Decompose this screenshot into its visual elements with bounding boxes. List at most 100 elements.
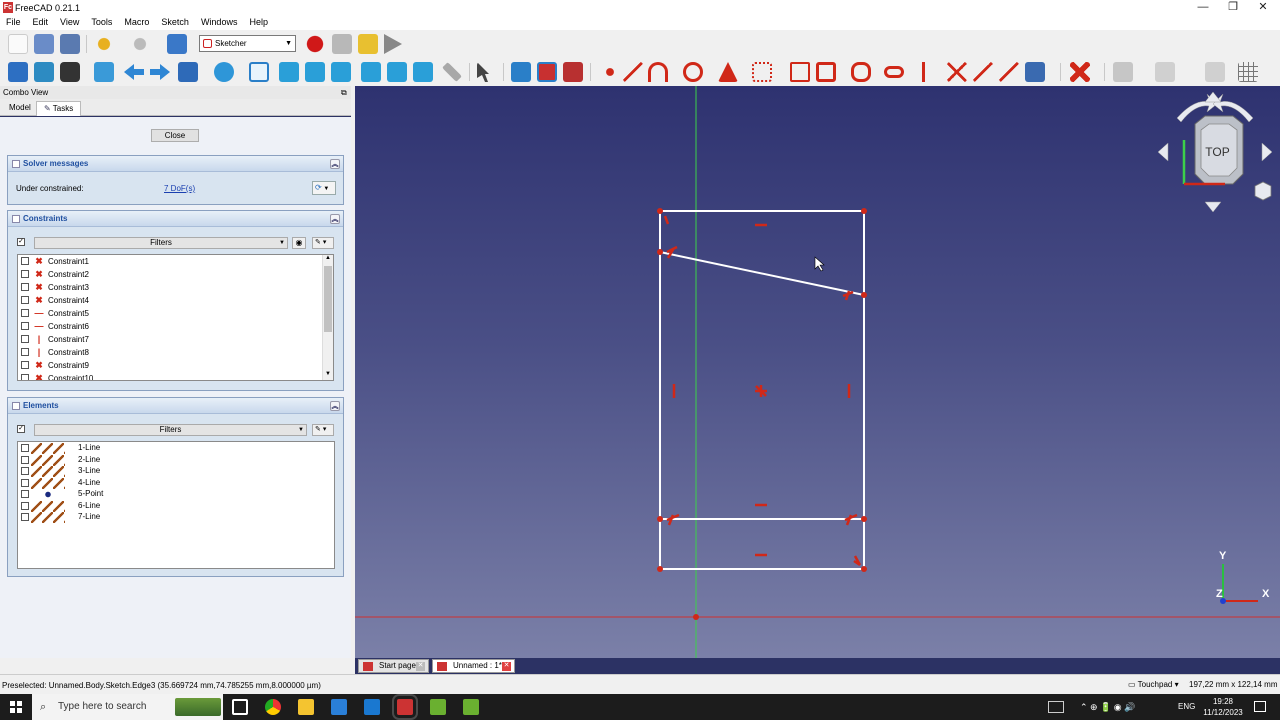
taskbar-search-input[interactable]: ⌕ Type here to search — [32, 694, 223, 720]
sync-view-icon[interactable] — [178, 62, 198, 82]
store-icon[interactable] — [331, 699, 347, 715]
visibility-checkbox[interactable] — [21, 296, 29, 304]
polyline-tool-icon[interactable] — [790, 62, 810, 82]
collapse-icon[interactable]: ︽ — [330, 159, 340, 169]
select-all-elements-checkbox[interactable]: ✓ — [17, 425, 25, 433]
close-window-button[interactable]: ✕ — [1248, 0, 1278, 15]
list-item[interactable]: 6-Line — [18, 500, 334, 512]
visibility-checkbox[interactable] — [21, 467, 29, 475]
list-item[interactable]: — Constraint5 — [18, 307, 333, 320]
isometric-view-icon[interactable] — [249, 62, 269, 82]
save-icon[interactable] — [60, 34, 80, 54]
scrollbar[interactable]: ▲ ▼ — [322, 255, 333, 380]
menu-tools[interactable]: Tools — [91, 15, 118, 30]
list-item[interactable]: 4-Line — [18, 477, 334, 489]
point-tool-icon[interactable] — [600, 62, 620, 82]
visibility-eye-icon[interactable]: ◉ — [292, 237, 306, 249]
fillet-tool-icon[interactable] — [913, 62, 933, 82]
list-item[interactable]: 1-Line — [18, 442, 334, 454]
right-view-icon[interactable] — [331, 62, 351, 82]
menu-help[interactable]: Help — [249, 15, 274, 30]
record-macro-icon[interactable] — [305, 34, 325, 54]
collapse-icon[interactable]: ︽ — [330, 214, 340, 224]
undock-icon[interactable]: ⧉ — [341, 88, 347, 98]
close-button[interactable]: Close — [151, 129, 199, 142]
dof-link[interactable]: 7 DoF(s) — [164, 184, 195, 193]
external-geometry-icon[interactable] — [1025, 62, 1045, 82]
bspline-tool-icon[interactable] — [752, 62, 772, 82]
element-settings-button[interactable]: ✎ ▾ — [312, 424, 334, 436]
clock[interactable]: 19:28 11/12/2023 — [1201, 696, 1245, 718]
mail-icon[interactable] — [364, 699, 380, 715]
rectangle-tool-icon[interactable] — [816, 62, 836, 82]
scroll-up-icon[interactable]: ▲ — [323, 255, 333, 265]
select-all-constraints-checkbox[interactable]: ✓ — [17, 238, 25, 246]
constraint-settings-button[interactable]: ✎ ▾ — [312, 237, 334, 249]
trim-tool-icon[interactable] — [947, 62, 967, 82]
elements-filters-dropdown[interactable]: Filters ▼ — [34, 424, 307, 436]
constraints-header[interactable]: Constraints ︽ — [8, 211, 343, 227]
zoom-icon[interactable] — [214, 62, 234, 82]
visibility-checkbox[interactable] — [21, 490, 29, 498]
visibility-checkbox[interactable] — [21, 444, 29, 452]
slot-tool-icon[interactable] — [884, 66, 904, 78]
list-item[interactable]: ✖ Constraint3 — [18, 281, 333, 294]
redo-icon[interactable] — [130, 34, 150, 54]
scrollbar-thumb[interactable] — [324, 266, 332, 332]
visibility-checkbox[interactable] — [21, 348, 29, 356]
nvidia-settings-icon[interactable] — [463, 699, 479, 715]
minimize-button[interactable]: — — [1188, 0, 1218, 15]
windows-start-icon[interactable] — [10, 701, 22, 713]
view-sketch-icon[interactable] — [537, 62, 557, 82]
list-item[interactable]: 3-Line — [18, 465, 334, 477]
polygon-tool-icon[interactable] — [851, 62, 871, 82]
task-view-icon[interactable] — [232, 699, 248, 715]
open-folder-icon[interactable] — [34, 34, 54, 54]
top-view-icon[interactable] — [305, 62, 325, 82]
scroll-down-icon[interactable]: ▼ — [323, 371, 333, 380]
select-constraints-icon[interactable] — [1113, 62, 1133, 82]
language-indicator[interactable]: ENG — [1178, 694, 1195, 720]
visibility-checkbox[interactable] — [21, 309, 29, 317]
navcube-top-face[interactable]: TOP — [1199, 145, 1236, 159]
list-item[interactable]: 5-Point — [18, 488, 334, 500]
visibility-checkbox[interactable] — [21, 374, 29, 380]
tab-start-page[interactable]: Start page ✕ — [358, 659, 429, 673]
stop-macro-icon[interactable] — [332, 34, 352, 54]
bottom-view-icon[interactable] — [387, 62, 407, 82]
list-item[interactable]: ✖ Constraint2 — [18, 268, 333, 281]
undo-icon[interactable] — [94, 34, 114, 54]
chrome-icon[interactable] — [265, 699, 281, 715]
visibility-checkbox[interactable] — [21, 513, 29, 521]
file-explorer-icon[interactable] — [298, 699, 314, 715]
navigation-style-dropdown[interactable]: ▭ Touchpad ▾ — [1128, 680, 1179, 689]
bounding-box-icon[interactable] — [94, 62, 114, 82]
arc-tool-icon[interactable] — [648, 62, 668, 82]
menu-view[interactable]: View — [60, 15, 85, 30]
maximize-button[interactable]: ❐ — [1218, 0, 1248, 15]
view-section-icon[interactable] — [563, 62, 583, 82]
collapse-icon[interactable]: ︽ — [330, 401, 340, 411]
extend-tool-icon[interactable] — [973, 62, 993, 82]
left-view-icon[interactable] — [413, 62, 433, 82]
edit-macro-icon[interactable] — [358, 34, 378, 54]
conic-tool-icon[interactable] — [718, 62, 738, 82]
front-view-icon[interactable] — [279, 62, 299, 82]
whats-this-icon[interactable] — [477, 62, 489, 82]
navigation-cube[interactable]: TOP — [1155, 90, 1275, 215]
visibility-checkbox[interactable] — [21, 283, 29, 291]
sketch-canvas[interactable] — [355, 86, 1280, 658]
list-item[interactable]: ✖ Constraint4 — [18, 294, 333, 307]
circle-tool-icon[interactable] — [683, 62, 703, 82]
rear-view-icon[interactable] — [361, 62, 381, 82]
tab-model[interactable]: Model — [2, 101, 38, 116]
draw-style-icon[interactable] — [60, 62, 80, 82]
forward-arrow-icon[interactable] — [150, 64, 170, 80]
tab-unnamed[interactable]: Unnamed : 1* ✕ — [432, 659, 515, 673]
list-item[interactable]: ✖ Constraint9 — [18, 359, 333, 372]
line-tool-icon[interactable] — [623, 62, 643, 82]
menu-file[interactable]: File — [6, 15, 27, 30]
solver-messages-header[interactable]: Solver messages ︽ — [8, 156, 343, 172]
menu-windows[interactable]: Windows — [201, 15, 244, 30]
list-item[interactable]: 2-Line — [18, 454, 334, 466]
